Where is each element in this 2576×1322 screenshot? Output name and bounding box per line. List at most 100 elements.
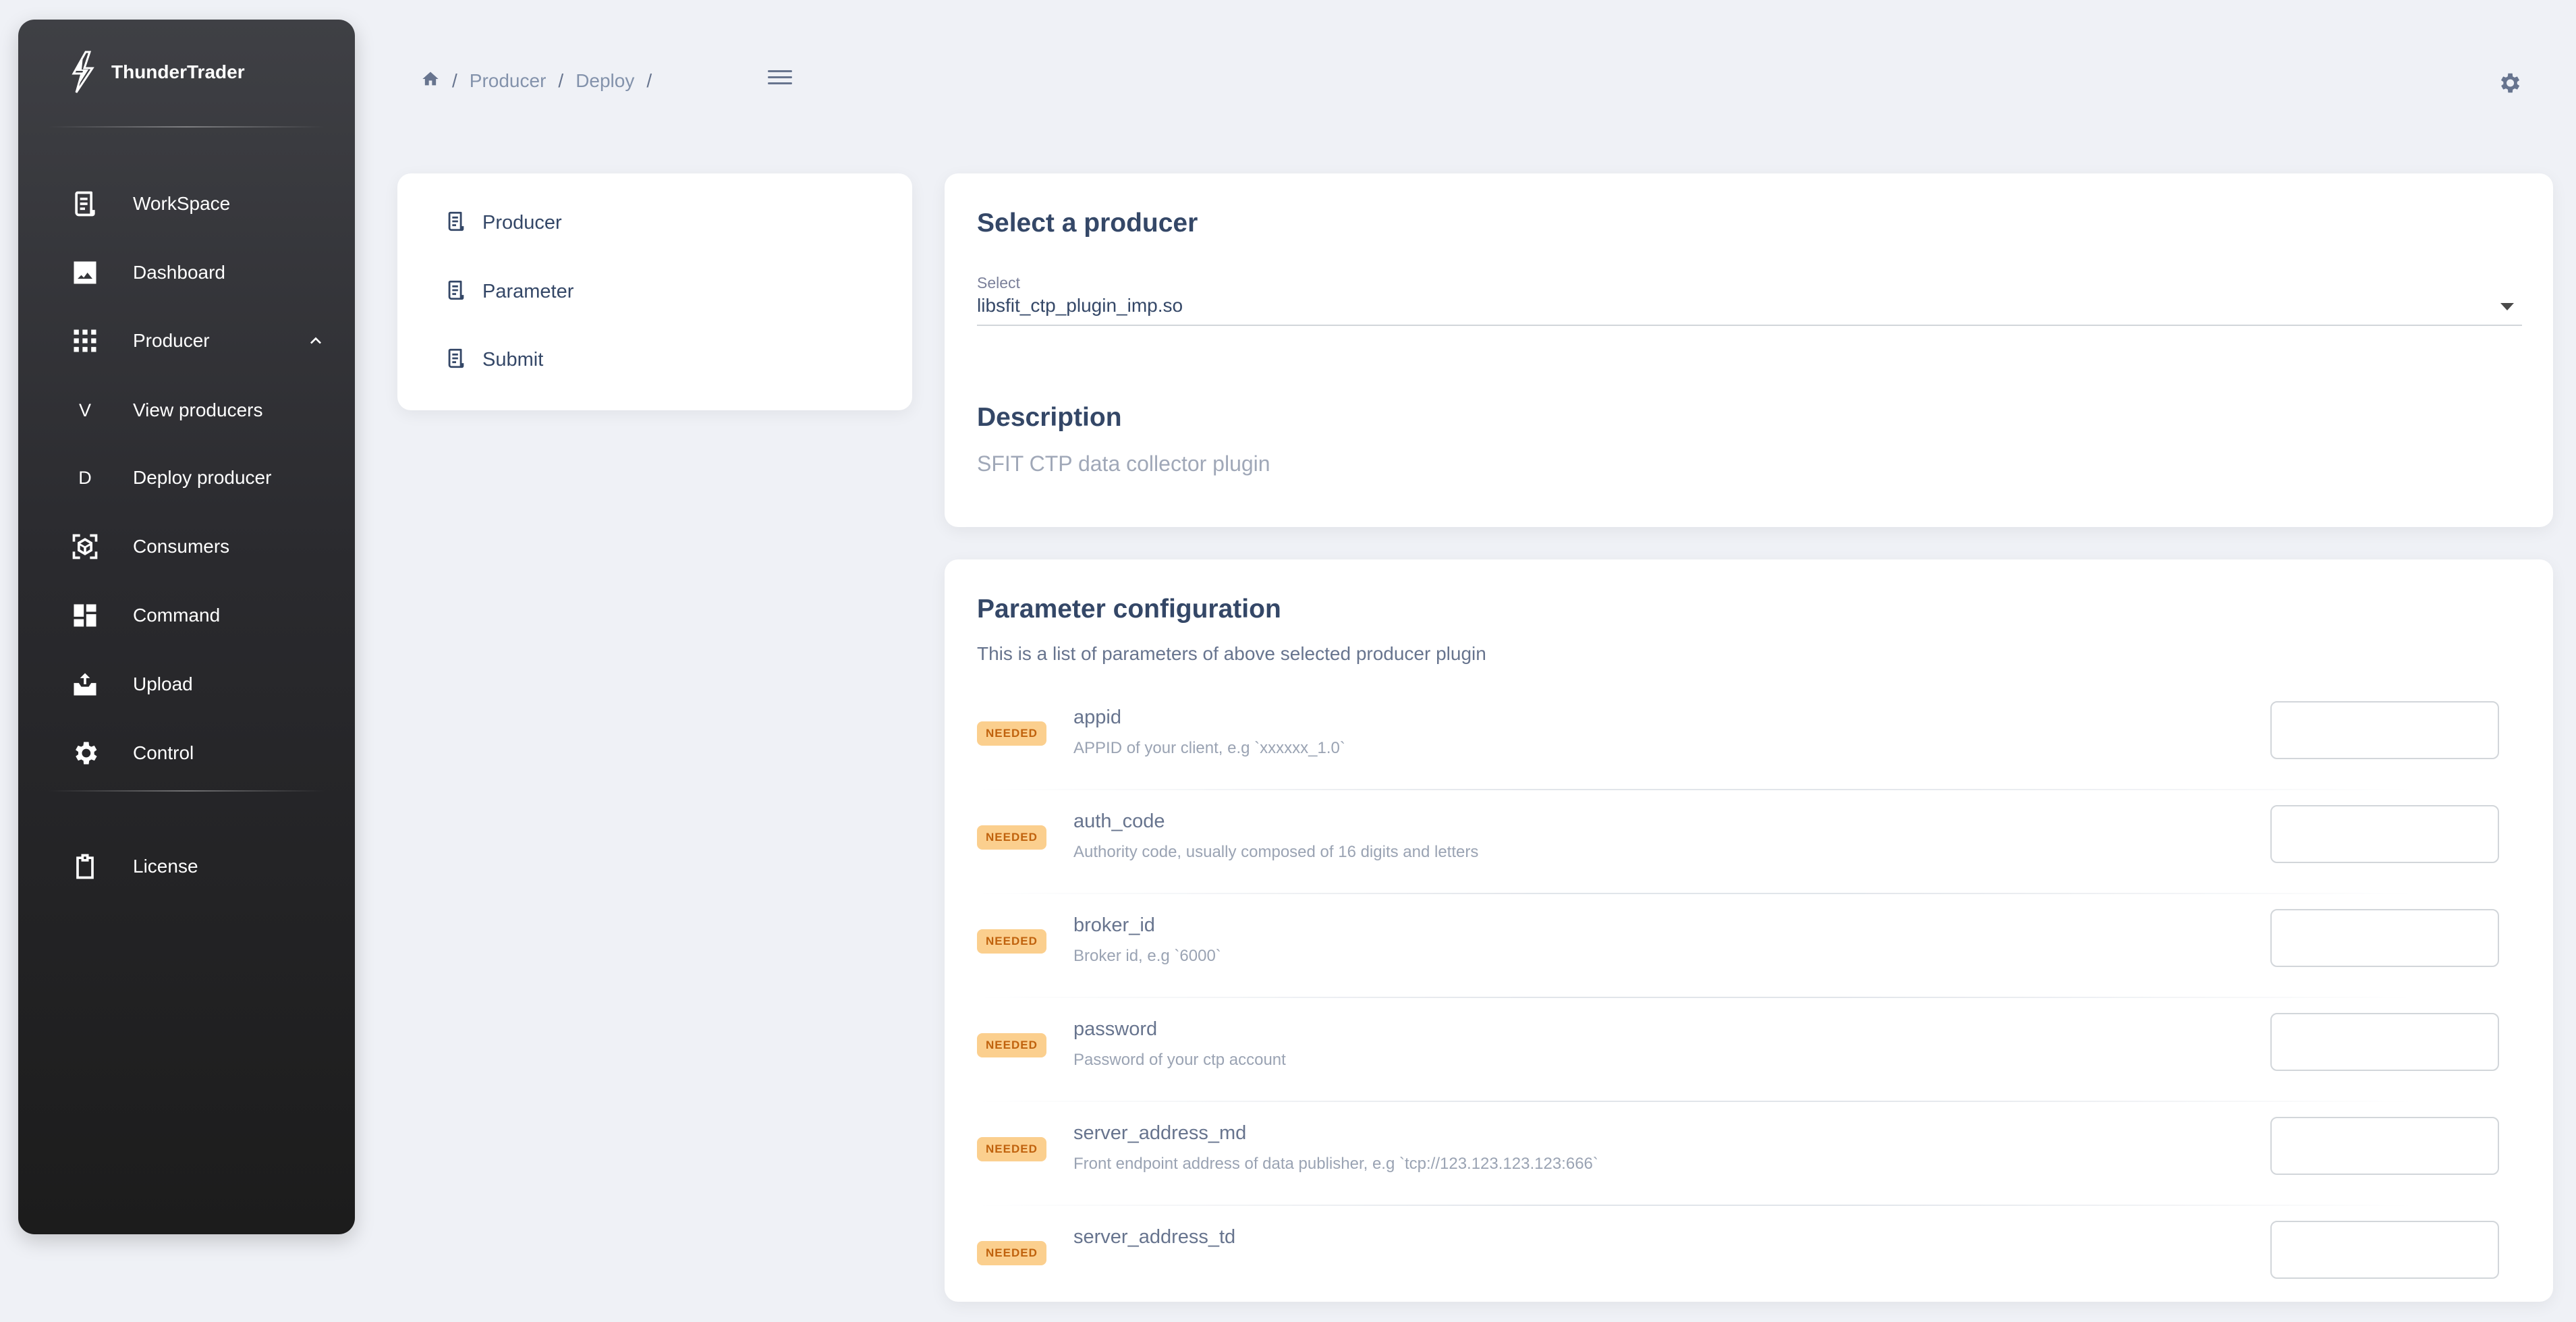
dashboard-tiles-icon: [67, 598, 103, 633]
sidebar-item-workspace[interactable]: WorkSpace: [67, 184, 337, 224]
breadcrumb-deploy[interactable]: Deploy: [576, 70, 634, 92]
document-icon: [445, 279, 468, 305]
inbox-upload-icon: [67, 667, 103, 702]
param-row-broker-id: NEEDED broker_id Broker id, e.g `6000`: [977, 909, 2522, 1010]
description-text: SFIT CTP data collector plugin: [977, 451, 1270, 476]
clipboard-icon: [67, 849, 103, 884]
row-divider: [977, 1205, 2414, 1206]
password-input[interactable]: [2270, 1013, 2499, 1071]
parameter-config-title: Parameter configuration: [977, 595, 1281, 624]
apps-grid-icon: [67, 323, 103, 358]
parameter-config-card: Parameter configuration This is a list o…: [945, 559, 2553, 1302]
view-producers-letter: V: [78, 400, 91, 420]
parameter-config-subtitle: This is a list of parameters of above se…: [977, 643, 1486, 664]
workspace-icon: [67, 186, 103, 221]
sidebar-item-label: WorkSpace: [133, 193, 231, 214]
row-divider: [977, 1101, 2414, 1102]
producer-select[interactable]: libsfit_ctp_plugin_imp.so: [977, 290, 2522, 326]
param-row-appid: NEEDED appid APPID of your client, e.g `…: [977, 701, 2522, 802]
home-icon[interactable]: [421, 70, 440, 93]
step-submit[interactable]: Submit: [445, 343, 543, 377]
steps-card: Producer Parameter Submit: [397, 173, 912, 410]
document-icon: [445, 347, 468, 373]
sidebar-item-label: Command: [133, 605, 221, 626]
sidebar-item-label: Consumers: [133, 536, 230, 557]
param-row-server-address-md: NEEDED server_address_md Front endpoint …: [977, 1117, 2522, 1218]
sidebar-item-consumers[interactable]: Consumers: [67, 526, 337, 567]
document-icon: [445, 210, 468, 236]
step-label: Parameter: [482, 280, 574, 302]
param-description: Authority code, usually composed of 16 d…: [1073, 843, 1479, 861]
sidebar-item-dashboard[interactable]: Dashboard: [67, 252, 337, 293]
breadcrumb-separator: /: [452, 70, 457, 91]
cube-scan-icon: [67, 529, 103, 564]
sidebar-divider: [48, 790, 325, 792]
caret-down-icon: [2500, 303, 2514, 310]
breadcrumb-separator: /: [558, 70, 564, 91]
auth-code-input[interactable]: [2270, 805, 2499, 863]
server-address-md-input[interactable]: [2270, 1117, 2499, 1175]
sidebar-item-label: License: [133, 856, 198, 877]
needed-badge: NEEDED: [977, 1137, 1046, 1161]
param-name: broker_id: [1073, 914, 1155, 936]
sidebar-item-label: Control: [133, 742, 194, 763]
brand[interactable]: ThunderTrader: [68, 51, 245, 94]
sidebar-item-label: View producers: [133, 400, 263, 420]
needed-badge: NEEDED: [977, 721, 1046, 746]
row-divider: [977, 789, 2414, 790]
needed-badge: NEEDED: [977, 825, 1046, 850]
param-description: Broker id, e.g `6000`: [1073, 947, 1221, 965]
description-title: Description: [977, 403, 1122, 432]
sidebar-item-command[interactable]: Command: [67, 595, 337, 636]
sidebar-item-upload[interactable]: Upload: [67, 664, 337, 705]
sidebar-item-producer[interactable]: Producer: [67, 321, 337, 361]
sidebar-item-label: Upload: [133, 673, 193, 694]
breadcrumb: / Producer / Deploy /: [421, 67, 664, 94]
sidebar-item-view-producers[interactable]: V View producers: [67, 390, 337, 431]
row-divider: [977, 893, 2414, 894]
gear-icon: [67, 736, 103, 771]
param-row-server-address-td: NEEDED server_address_td: [977, 1221, 2522, 1322]
appid-input[interactable]: [2270, 701, 2499, 759]
settings-gear-icon[interactable]: [2496, 70, 2522, 96]
app-name: ThunderTrader: [111, 61, 245, 82]
param-description: Password of your ctp account: [1073, 1051, 1286, 1069]
server-address-td-input[interactable]: [2270, 1221, 2499, 1279]
breadcrumb-producer[interactable]: Producer: [470, 70, 547, 92]
chevron-up-icon[interactable]: [305, 330, 327, 352]
deploy-producer-letter: D: [78, 467, 92, 488]
step-label: Submit: [482, 348, 544, 370]
menu-icon[interactable]: [766, 66, 793, 89]
sidebar-divider: [48, 126, 325, 128]
sidebar-item-label: Deploy producer: [133, 467, 272, 488]
param-row-auth-code: NEEDED auth_code Authority code, usually…: [977, 805, 2522, 906]
sidebar-item-license[interactable]: License: [67, 846, 337, 887]
select-producer-title: Select a producer: [977, 209, 1198, 238]
sidebar-item-deploy-producer[interactable]: D Deploy producer: [67, 458, 337, 498]
breadcrumb-separator: /: [646, 70, 652, 91]
param-name: server_address_td: [1073, 1226, 1236, 1248]
param-name: server_address_md: [1073, 1122, 1247, 1144]
select-producer-card: Select a producer Select libsfit_ctp_plu…: [945, 173, 2553, 527]
param-description: APPID of your client, e.g `xxxxxx_1.0`: [1073, 739, 1345, 757]
sidebar-item-label: Producer: [133, 330, 210, 351]
step-parameter[interactable]: Parameter: [445, 275, 573, 308]
param-name: password: [1073, 1018, 1158, 1040]
image-icon: [67, 255, 103, 290]
param-description: Front endpoint address of data publisher…: [1073, 1155, 1598, 1173]
needed-badge: NEEDED: [977, 1033, 1046, 1057]
row-divider: [977, 997, 2414, 998]
sidebar-item-label: Dashboard: [133, 262, 225, 283]
param-row-password: NEEDED password Password of your ctp acc…: [977, 1013, 2522, 1114]
lightning-logo-icon: [72, 51, 94, 93]
param-name: auth_code: [1073, 810, 1165, 832]
producer-select-value: libsfit_ctp_plugin_imp.so: [977, 295, 1183, 316]
needed-badge: NEEDED: [977, 929, 1046, 954]
needed-badge: NEEDED: [977, 1241, 1046, 1265]
sidebar: ThunderTrader WorkSpace Dashboard Produc…: [18, 20, 355, 1234]
param-name: appid: [1073, 707, 1121, 728]
step-producer[interactable]: Producer: [445, 206, 562, 240]
sidebar-item-control[interactable]: Control: [67, 733, 337, 773]
step-label: Producer: [482, 211, 562, 233]
broker-id-input[interactable]: [2270, 909, 2499, 967]
